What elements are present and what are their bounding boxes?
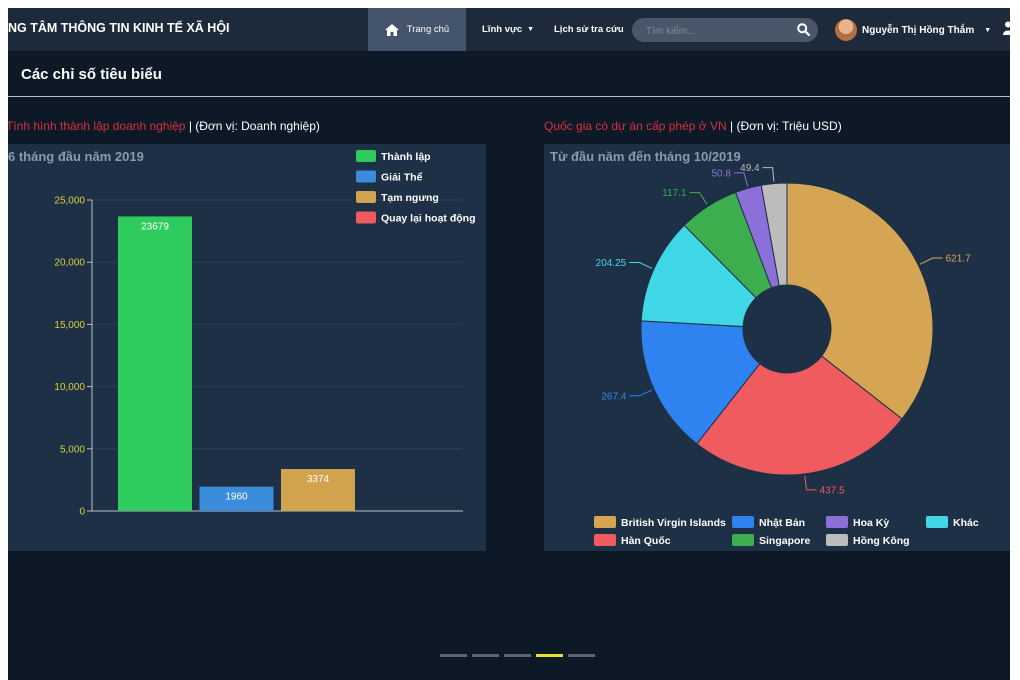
nav-home-link[interactable]: Trang chủ bbox=[368, 8, 466, 51]
y-tick-label: 0 bbox=[79, 507, 85, 518]
pie-panel-heading-unit: | (Đơn vị: Triệu USD) bbox=[726, 119, 842, 133]
carousel-indicator[interactable] bbox=[536, 654, 563, 657]
nav-field-dropdown[interactable]: Lĩnh vực ▼ bbox=[482, 8, 534, 51]
pie-legend-label: Nhật Bản bbox=[759, 517, 805, 529]
pie-value-label: 437.5 bbox=[820, 485, 845, 496]
pie-leader-line bbox=[804, 475, 817, 491]
pie-value-label: 117.1 bbox=[662, 188, 687, 199]
user-name: Nguyễn Thị Hồng Thắm bbox=[862, 24, 975, 36]
pie-leader-line bbox=[762, 167, 775, 182]
bar-value-label: 23679 bbox=[141, 221, 169, 232]
legend-swatch bbox=[356, 191, 376, 203]
legend-label: Quay lại hoạt động bbox=[381, 213, 476, 225]
user-icon[interactable] bbox=[1003, 21, 1010, 35]
pie-legend-label: Hồng Kông bbox=[853, 535, 910, 547]
pie-legend-swatch bbox=[594, 534, 616, 546]
pie-legend-label: Khác bbox=[953, 517, 979, 529]
legend-swatch bbox=[356, 150, 376, 162]
home-icon bbox=[384, 23, 399, 36]
pie-value-label: 621.7 bbox=[946, 254, 971, 265]
pie-legend-swatch bbox=[926, 516, 948, 528]
caret-down-icon: ▼ bbox=[984, 26, 992, 34]
carousel-indicator[interactable] bbox=[440, 654, 467, 657]
top-navbar: NG TÂM THÔNG TIN KINH TẾ XÃ HỘI Trang ch… bbox=[8, 8, 1010, 51]
pie-leader-line bbox=[733, 172, 749, 187]
bar-chart: 6 tháng đầu năm 2019 0 5,000 10,000 15,000 20… bbox=[8, 149, 476, 518]
avatar bbox=[835, 19, 857, 41]
nav-history-link[interactable]: Lịch sử tra cứu bbox=[554, 8, 624, 51]
pie-leader-line bbox=[629, 389, 653, 397]
legend-swatch bbox=[356, 211, 376, 224]
pie-leader-line bbox=[919, 257, 943, 265]
nav-history-label: Lịch sử tra cứu bbox=[554, 24, 624, 35]
search-box bbox=[632, 18, 818, 42]
pie-value-label: 49.4 bbox=[740, 163, 760, 174]
nav-home-label: Trang chủ bbox=[406, 24, 450, 35]
pie-value-label: 50.8 bbox=[712, 168, 732, 179]
legend-label: Giải Thể bbox=[381, 172, 423, 184]
bar-panel-heading-title: Tình hình thành lập doanh nghiệp bbox=[8, 119, 186, 133]
pie-legend-swatch bbox=[732, 516, 754, 528]
bar-panel-heading: Tình hình thành lập doanh nghiệp | (Đơn … bbox=[8, 119, 320, 133]
carousel-indicator[interactable] bbox=[568, 654, 595, 657]
legend-label: Thành lập bbox=[381, 151, 431, 163]
pie-value-label: 267.4 bbox=[601, 391, 626, 402]
pie-legend-label: Singapore bbox=[759, 535, 811, 547]
legend-swatch bbox=[356, 170, 376, 183]
pie-legend-swatch bbox=[732, 534, 754, 546]
bar-value-label: 1960 bbox=[225, 492, 248, 503]
pie-leader-line bbox=[689, 192, 708, 205]
search-input[interactable] bbox=[644, 21, 788, 41]
user-menu[interactable]: Nguyễn Thị Hồng Thắm ▼ bbox=[835, 17, 991, 43]
carousel-indicators bbox=[440, 654, 595, 657]
y-tick-label: 20,000 bbox=[54, 258, 85, 269]
bar-1 bbox=[118, 216, 192, 512]
y-tick-label: 10,000 bbox=[54, 382, 85, 393]
pie-legend-swatch bbox=[594, 516, 616, 528]
nav-field-label: Lĩnh vực bbox=[482, 24, 523, 35]
brand-title: NG TÂM THÔNG TIN KINH TẾ XÃ HỘI bbox=[8, 21, 230, 35]
pie-value-label: 204.25 bbox=[596, 258, 627, 269]
carousel-indicator[interactable] bbox=[472, 654, 499, 657]
y-tick-label: 5,000 bbox=[60, 444, 85, 455]
bar-chart-panel: 6 tháng đầu năm 2019 0 5,000 10,000 15,000 20… bbox=[8, 144, 486, 551]
pie-chart-panel: Từ đầu năm đến tháng 10/2019 621.7 437.5 26… bbox=[544, 144, 1010, 551]
pie-legend-label: Hàn Quốc bbox=[621, 535, 671, 547]
app-screen: NG TÂM THÔNG TIN KINH TẾ XÃ HỘI Trang ch… bbox=[8, 8, 1010, 680]
pie-leader-line bbox=[629, 262, 653, 269]
legend-label: Tạm ngưng bbox=[381, 192, 439, 204]
search-icon[interactable] bbox=[797, 23, 810, 36]
pie-legend-swatch bbox=[826, 534, 848, 546]
pie-legend-swatch bbox=[826, 516, 848, 528]
y-tick-label: 25,000 bbox=[54, 196, 85, 207]
pie-panel-heading: Quốc gia có dự án cấp phép ở VN | (Đơn v… bbox=[544, 119, 842, 133]
carousel-indicator[interactable] bbox=[504, 654, 531, 657]
caret-down-icon: ▼ bbox=[527, 26, 535, 33]
bar-value-label: 3374 bbox=[307, 474, 330, 485]
pie-legend-label: British Virgin Islands bbox=[621, 517, 726, 529]
y-tick-label: 15,000 bbox=[54, 320, 85, 331]
section-divider bbox=[8, 96, 1010, 97]
pie-panel-heading-title: Quốc gia có dự án cấp phép ở VN bbox=[544, 119, 727, 133]
bar-chart-title: 6 tháng đầu năm 2019 bbox=[8, 149, 144, 164]
pie-chart-title: Từ đầu năm đến tháng 10/2019 bbox=[550, 149, 741, 164]
donut-chart: Từ đầu năm đến tháng 10/2019 621.7 437.5 26… bbox=[550, 149, 979, 547]
pie-legend-label: Hoa Kỳ bbox=[853, 517, 889, 529]
section-title: Các chỉ số tiêu biểu bbox=[21, 66, 162, 83]
bar-panel-heading-unit: | (Đơn vị: Doanh nghiệp) bbox=[185, 119, 320, 133]
